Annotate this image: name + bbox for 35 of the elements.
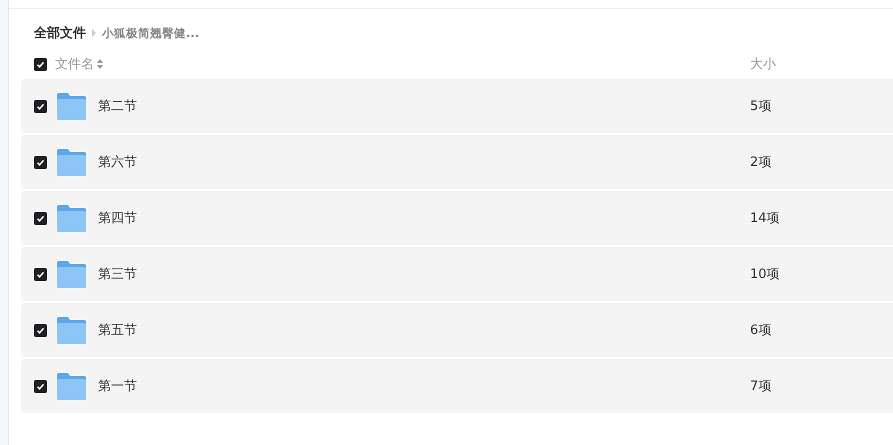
size-cell-text: 2项 (750, 154, 772, 171)
row-checkbox[interactable] (34, 324, 47, 336)
folder-icon (57, 316, 86, 344)
file-row[interactable]: 第一节 7项 (21, 359, 893, 413)
folder-name[interactable]: 第五节 (98, 321, 137, 339)
size-cell-text: 14项 (750, 210, 780, 227)
size-cell-text: 5项 (750, 98, 772, 115)
file-row[interactable]: 第三节 10项 (21, 247, 893, 301)
folder-name[interactable]: 第二节 (98, 97, 137, 115)
folder-name[interactable]: 第三节 (98, 265, 137, 283)
file-row[interactable]: 第五节 6项 (21, 303, 893, 357)
sort-icon[interactable] (97, 59, 103, 69)
folder-name[interactable]: 第一节 (98, 377, 137, 395)
row-checkbox[interactable] (34, 100, 47, 112)
file-row[interactable]: 第四节 14项 (21, 191, 893, 245)
row-checkbox[interactable] (34, 268, 47, 280)
column-label: 文件名 (55, 56, 94, 73)
size-cell-text: 10项 (750, 266, 780, 283)
file-row[interactable]: 第二节 5项 (21, 79, 893, 133)
folder-name[interactable]: 第四节 (98, 209, 137, 227)
folder-icon (57, 92, 86, 120)
folder-icon (57, 372, 86, 400)
breadcrumb-link[interactable]: 全部文件 (34, 24, 86, 42)
select-all-checkbox[interactable] (34, 58, 47, 70)
size-cell-text: 6项 (750, 322, 772, 339)
file-row[interactable]: 第六节 2项 (21, 135, 893, 189)
breadcrumb-current: 小狐极简翘臀健... (102, 26, 200, 40)
folder-icon (57, 148, 86, 176)
folder-icon (57, 204, 86, 232)
row-checkbox[interactable] (34, 156, 47, 168)
folder-icon (57, 260, 86, 288)
row-checkbox[interactable] (34, 212, 47, 224)
folder-name[interactable]: 第六节 (98, 153, 137, 171)
row-checkbox[interactable] (34, 380, 47, 392)
size-cell-text: 7项 (750, 378, 772, 395)
